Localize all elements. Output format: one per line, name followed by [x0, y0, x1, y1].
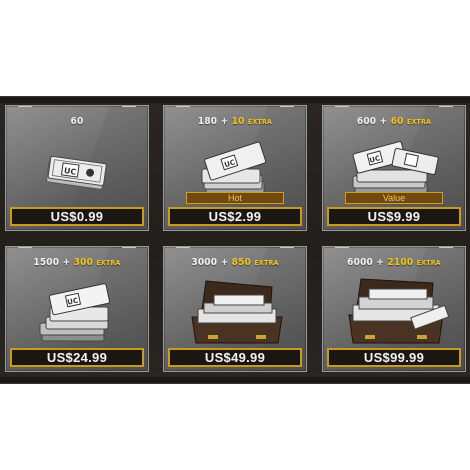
- price-button[interactable]: US$9.99: [327, 207, 461, 226]
- uc-pack-card-60[interactable]: 60 UC US$0.99: [5, 105, 149, 231]
- uc-pack-card-3000[interactable]: 3000 + 850 EXTRA US$49.99: [163, 246, 307, 372]
- price-button[interactable]: US$0.99: [10, 207, 144, 226]
- uc-pack-card-600[interactable]: 600 + 60 EXTRA UC Value US$9.99: [322, 105, 466, 231]
- price-button[interactable]: US$99.99: [327, 348, 461, 367]
- uc-pack-card-1500[interactable]: 1500 + 300 EXTRA UC US$24.99: [5, 246, 149, 372]
- price-button[interactable]: US$24.99: [10, 348, 144, 367]
- price-button[interactable]: US$49.99: [168, 348, 302, 367]
- uc-label: UC: [63, 166, 77, 177]
- hot-badge: Hot: [186, 192, 284, 204]
- value-badge: Value: [345, 192, 443, 204]
- uc-pack-card-180[interactable]: 180 + 10 EXTRA UC Hot US$2.99: [163, 105, 307, 231]
- price-button[interactable]: US$2.99: [168, 207, 302, 226]
- uc-store-panel: 60 UC US$0.99 180 + 10 EXTRA UC Hot US$2…: [0, 96, 470, 384]
- uc-pack-card-6000[interactable]: 6000 + 2100 EXTRA US$99.99: [322, 246, 466, 372]
